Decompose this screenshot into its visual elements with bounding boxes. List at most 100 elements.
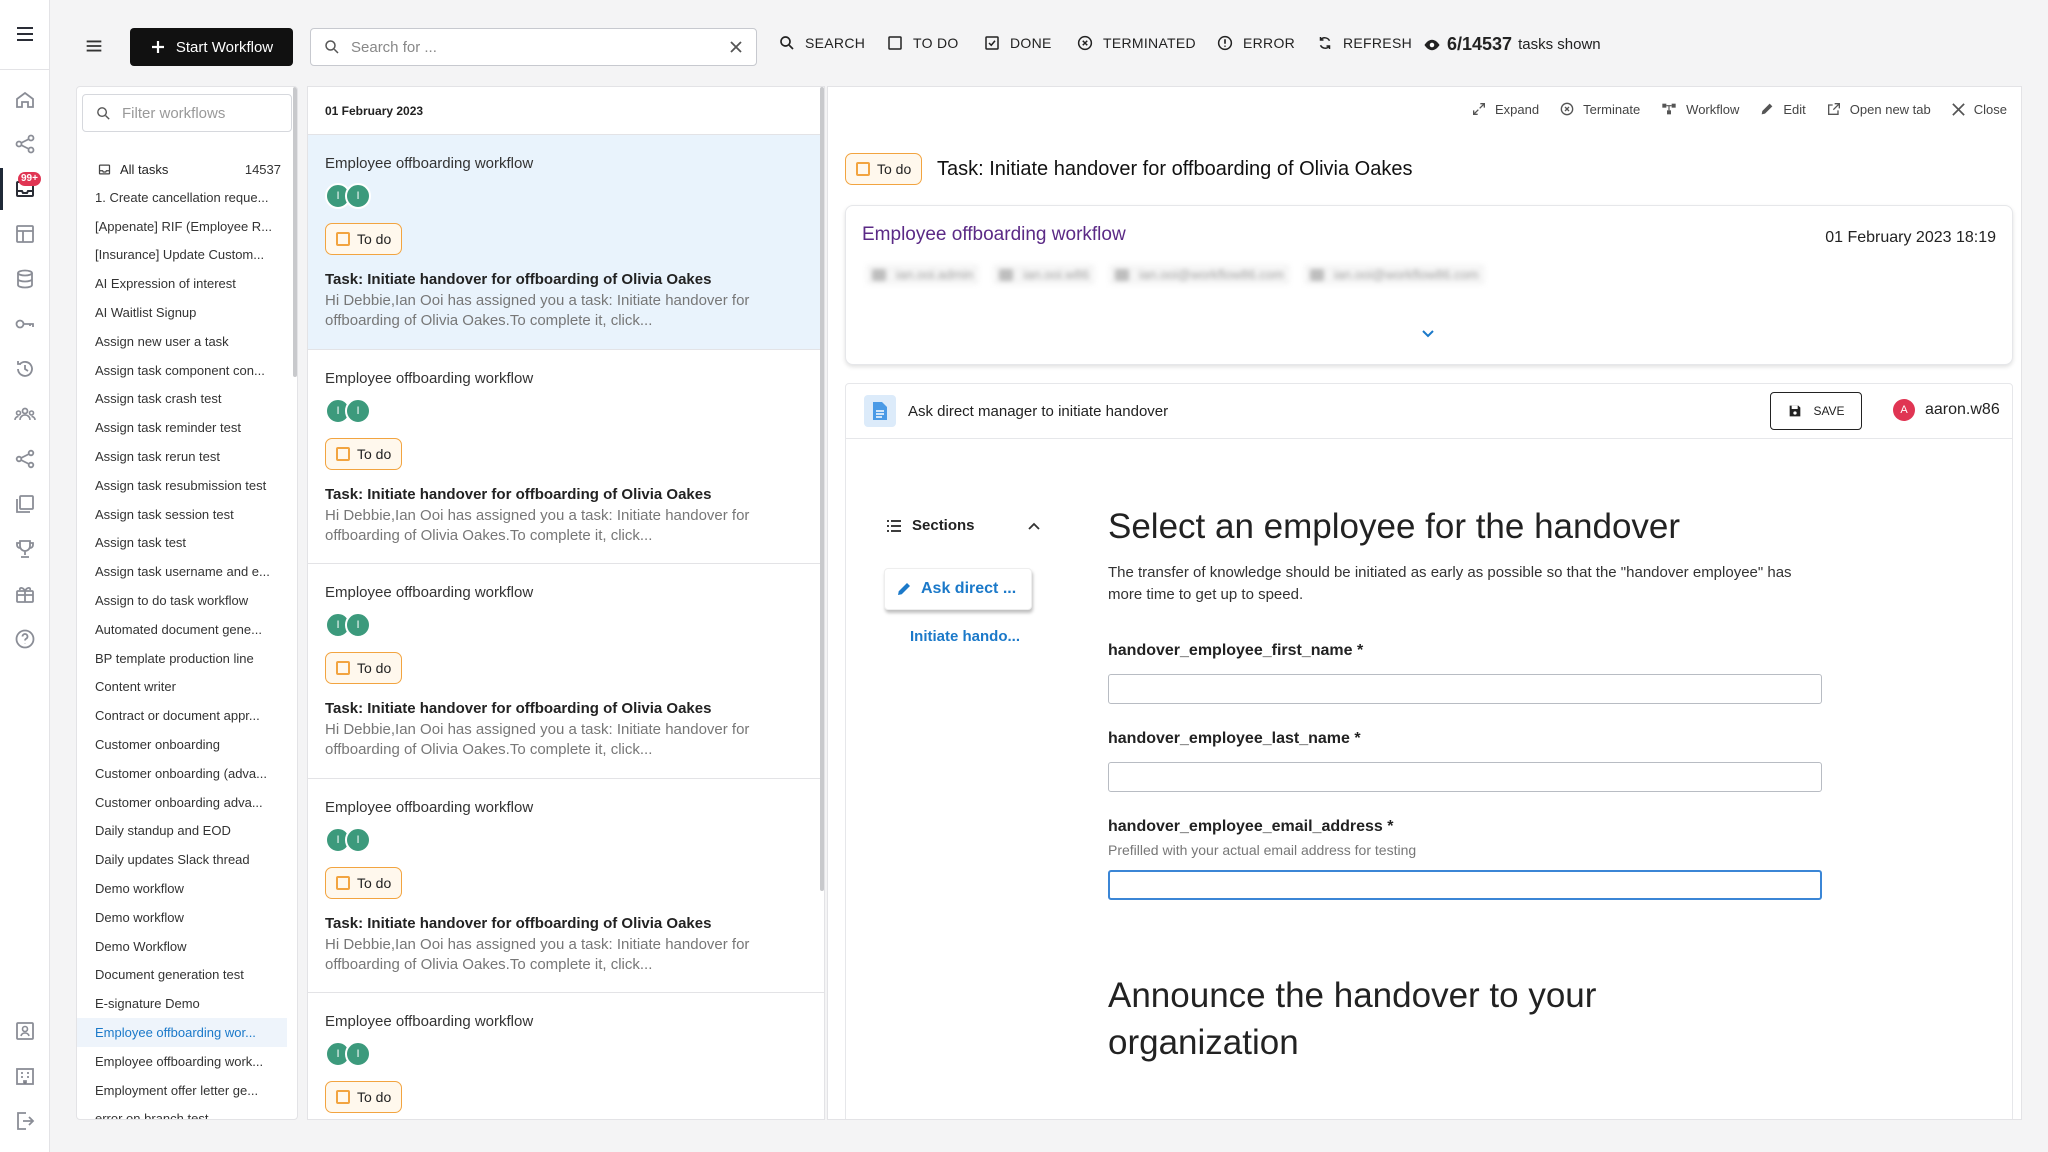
database-icon[interactable] <box>13 267 37 291</box>
workflow-list-item[interactable]: Employment offer letter ge... <box>77 1076 287 1105</box>
refresh-button[interactable]: REFRESH <box>1316 34 1412 52</box>
workflow-list-item[interactable]: Assign task username and e... <box>77 557 287 586</box>
workflow-list-item[interactable]: Demo workflow <box>77 903 287 932</box>
chevron-down-icon[interactable] <box>1420 328 1436 340</box>
library-icon[interactable] <box>13 492 37 516</box>
tasks-shown-count: 6/14537 <box>1447 34 1513 54</box>
task-card[interactable]: Employee offboarding workflow I I To do Task… <box>308 779 824 993</box>
menu-icon[interactable] <box>13 22 37 46</box>
workflow-list-item[interactable]: [Insurance] Update Custom... <box>77 241 287 270</box>
section-ask-direct-button[interactable]: Ask direct ... <box>884 568 1032 610</box>
workflow-list-item[interactable]: Assign task session test <box>77 500 287 529</box>
search-filter-button[interactable]: SEARCH <box>778 34 865 52</box>
checkbox-checked-icon <box>985 36 999 50</box>
task-status-label: To do <box>357 445 392 462</box>
inbox-icon <box>98 164 111 174</box>
todo-filter-button[interactable]: TO DO <box>886 34 959 52</box>
task-list-scrollbar[interactable] <box>820 87 824 891</box>
workflow-list-item[interactable]: Document generation test <box>77 961 287 990</box>
all-tasks-item[interactable]: All tasks 14537 <box>77 155 297 183</box>
checkbox-empty-icon <box>336 232 350 246</box>
workflow-list-item[interactable]: Customer onboarding <box>77 730 287 759</box>
task-preview: Hi Debbie,Ian Ooi has assigned you a tas… <box>325 292 750 329</box>
workflow-list-item[interactable]: Demo Workflow <box>77 932 287 961</box>
expand-button[interactable]: Expand <box>1471 101 1539 117</box>
chevron-up-icon[interactable] <box>1027 521 1041 531</box>
task-card[interactable]: Employee offboarding workflow I I To do Task… <box>308 135 824 350</box>
workflow-list-item[interactable]: Contract or document appr... <box>77 701 287 730</box>
first-name-field[interactable] <box>1108 674 1822 704</box>
workflow-list-item[interactable]: Customer onboarding adva... <box>77 788 287 817</box>
workflow-list-item[interactable]: Employee offboarding work... <box>77 1047 287 1076</box>
start-workflow-button[interactable]: Start Workflow <box>130 28 293 66</box>
workflow-list-item[interactable]: Assign task reminder test <box>77 413 287 442</box>
error-filter-button[interactable]: ERROR <box>1216 34 1295 52</box>
email-field[interactable] <box>1108 870 1822 900</box>
trophy-icon[interactable] <box>13 537 37 561</box>
task-card[interactable]: Employee offboarding workflow I I To do <box>308 993 824 1119</box>
workflow-list-item[interactable]: Assign task test <box>77 529 287 558</box>
filter-workflows-box[interactable] <box>82 94 292 132</box>
workflow-list-item[interactable]: Customer onboarding (adva... <box>77 759 287 788</box>
workflow-list-item[interactable]: AI Waitlist Signup <box>77 298 287 327</box>
workflow-list-item[interactable]: error on branch test <box>77 1105 287 1119</box>
help-icon[interactable] <box>13 627 37 651</box>
checkbox-empty-icon <box>336 446 350 461</box>
gift-icon[interactable] <box>13 582 37 606</box>
edit-button[interactable]: Edit <box>1759 101 1806 117</box>
profile-icon[interactable] <box>13 1019 37 1043</box>
workflow-list-item[interactable]: BP template production line <box>77 644 287 673</box>
form-step-card: Ask direct manager to initiate handover … <box>845 383 2013 1119</box>
terminate-button[interactable]: Terminate <box>1559 101 1640 117</box>
last-name-field[interactable] <box>1108 762 1822 792</box>
close-button[interactable]: Close <box>1951 102 2007 117</box>
task-card[interactable]: Employee offboarding workflow I I To do Task… <box>308 564 824 779</box>
workflow-name-link[interactable]: Employee offboarding workflow <box>862 224 1126 246</box>
hamburger-icon[interactable] <box>83 35 105 57</box>
workflow-list-item[interactable]: Automated document gene... <box>77 615 287 644</box>
workflow-list-item[interactable]: Content writer <box>77 673 287 702</box>
filter-workflows-input[interactable] <box>122 104 272 122</box>
workflow-icon[interactable] <box>13 132 37 156</box>
key-icon[interactable] <box>13 312 37 336</box>
open-new-tab-button[interactable]: Open new tab <box>1826 101 1931 117</box>
workflow-list-item[interactable]: Assign new user a task <box>77 327 287 356</box>
workflow-list-item[interactable]: E-signature Demo <box>77 989 287 1018</box>
avatar: I <box>345 397 371 424</box>
task-preview: Hi Debbie,Ian Ooi has assigned you a tas… <box>325 506 750 544</box>
workflow-list-item[interactable]: Employee offboarding wor... <box>77 1018 287 1047</box>
done-filter-button[interactable]: DONE <box>983 34 1052 52</box>
sections-header[interactable]: Sections <box>886 517 1041 534</box>
refresh-label: REFRESH <box>1343 35 1412 51</box>
workflow-button[interactable]: Workflow <box>1660 101 1739 117</box>
workflow-list-item[interactable]: Daily standup and EOD <box>77 817 287 846</box>
email-help-text: Prefilled with your actual email address… <box>1108 842 1417 858</box>
logout-icon[interactable] <box>13 1109 37 1133</box>
building-icon[interactable] <box>13 1064 37 1088</box>
section-initiate-handover-link[interactable]: Initiate hando... <box>910 628 1020 645</box>
search-input[interactable] <box>351 38 718 56</box>
workflow-list-item[interactable]: Daily updates Slack thread <box>77 845 287 874</box>
workflow-list-item[interactable]: [Appenate] RIF (Employee R... <box>77 212 287 241</box>
workflow-list-item[interactable]: Assign task component con... <box>77 356 287 385</box>
workflow-list-item[interactable]: Assign to do task workflow <box>77 586 287 615</box>
terminated-filter-button[interactable]: TERMINATED <box>1076 34 1196 52</box>
search-box[interactable] <box>310 28 757 66</box>
history-icon[interactable] <box>13 357 37 381</box>
table-icon[interactable] <box>13 222 37 246</box>
save-button[interactable]: SAVE <box>1770 392 1862 430</box>
workflow-list-item[interactable]: AI Expression of interest <box>77 269 287 298</box>
meta-item: ian.ooi.w86 <box>993 264 1096 285</box>
workflow-list-item[interactable]: Assign task crash test <box>77 385 287 414</box>
user-chip[interactable]: A aaron.w86 <box>1893 399 2000 421</box>
task-card[interactable]: Employee offboarding workflow I I To do Task… <box>308 350 824 564</box>
share-icon[interactable] <box>13 447 37 471</box>
home-icon[interactable] <box>13 88 37 112</box>
workflow-list-item[interactable]: Assign task rerun test <box>77 442 287 471</box>
clear-icon[interactable] <box>728 39 744 55</box>
workflow-list-item[interactable]: Assign task resubmission test <box>77 471 287 500</box>
team-icon[interactable] <box>13 402 37 426</box>
task-status-chip: To do <box>325 652 403 684</box>
workflow-list-item[interactable]: 1. Create cancellation reque... <box>77 183 287 212</box>
workflow-list-item[interactable]: Demo workflow <box>77 874 287 903</box>
